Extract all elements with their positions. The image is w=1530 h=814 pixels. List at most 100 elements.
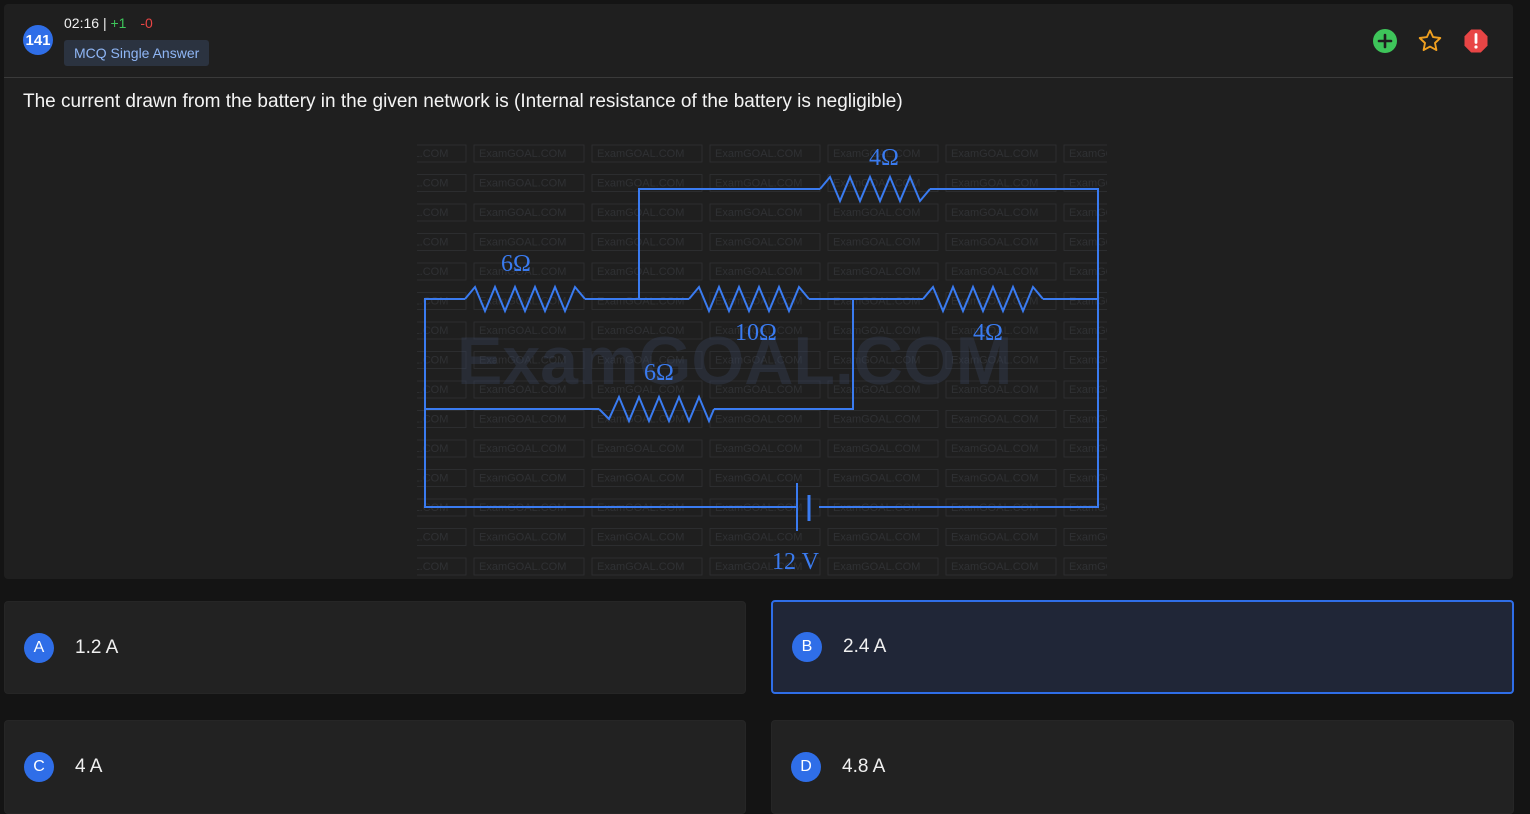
watermark-tile: ExamGOAL.COM xyxy=(479,237,566,249)
watermark-tile: ExamGOAL.COM xyxy=(417,443,448,455)
watermark-tile: ExamGOAL.COM xyxy=(479,561,566,573)
watermark-tile: ExamGOAL.COM xyxy=(833,532,920,544)
watermark-tile: ExamGOAL.COM xyxy=(597,178,684,190)
alert-octagon-icon xyxy=(1464,29,1488,53)
option-b[interactable]: B 2.4 A xyxy=(771,600,1514,694)
watermark-tile: ExamGOAL.COM xyxy=(951,148,1038,160)
watermark-tile: ExamGOAL.COM xyxy=(1069,296,1107,308)
watermark-tile: ExamGOAL.COM xyxy=(1069,561,1107,573)
watermark-tile: ExamGOAL.COM xyxy=(417,148,448,160)
watermark-tile: ExamGOAL.COM xyxy=(1069,443,1107,455)
timer-row: 02:16 | +1 -0 xyxy=(64,15,153,31)
watermark-tile: ExamGOAL.COM xyxy=(597,207,684,219)
watermark-tile: ExamGOAL.COM xyxy=(833,561,920,573)
watermark-tile: ExamGOAL.COM xyxy=(417,325,448,337)
timer-separator: | xyxy=(102,15,107,31)
watermark-tile: ExamGOAL.COM xyxy=(1069,473,1107,485)
option-a-text: 1.2 A xyxy=(75,636,119,658)
watermark-tile: ExamGOAL.COM xyxy=(1069,355,1107,367)
question-header: 141 02:16 | +1 -0 MCQ Single Answer xyxy=(4,4,1513,78)
plus-circle-icon xyxy=(1373,29,1397,53)
watermark-tile: ExamGOAL.COM xyxy=(951,561,1038,573)
watermark-tile: ExamGOAL.COM xyxy=(417,178,448,190)
watermark-tile: ExamGOAL.COM xyxy=(417,473,448,485)
watermark-tile: ExamGOAL.COM xyxy=(951,443,1038,455)
watermark-tile: ExamGOAL.COM xyxy=(417,561,448,573)
watermark-tile: ExamGOAL.COM xyxy=(715,443,802,455)
resistor-label-middle: 10Ω xyxy=(735,320,777,346)
watermark-tile: ExamGOAL.COM xyxy=(479,148,566,160)
watermark-tile: ExamGOAL.COM xyxy=(1069,414,1107,426)
watermark-tile: ExamGOAL.COM xyxy=(715,532,802,544)
watermark-tile: ExamGOAL.COM xyxy=(951,266,1038,278)
watermark-tile: ExamGOAL.COM xyxy=(417,414,448,426)
watermark-tile: ExamGOAL.COM xyxy=(597,237,684,249)
question-card: 141 02:16 | +1 -0 MCQ Single Answer The … xyxy=(4,4,1513,579)
add-button[interactable] xyxy=(1372,28,1398,54)
watermark-tile: ExamGOAL.COM xyxy=(1069,325,1107,337)
watermark-tile: ExamGOAL.COM xyxy=(833,237,920,249)
watermark-tile: ExamGOAL.COM xyxy=(833,473,920,485)
watermark-tile: ExamGOAL.COM xyxy=(951,473,1038,485)
star-outline-icon xyxy=(1418,29,1442,52)
watermark-tile: ExamGOAL.COM xyxy=(479,207,566,219)
question-text: The current drawn from the battery in th… xyxy=(23,91,903,112)
watermark-tile: ExamGOAL.COM xyxy=(715,296,802,308)
option-c[interactable]: C 4 A xyxy=(4,720,746,814)
resistor-label-lower: 6Ω xyxy=(644,360,674,386)
watermark-tile: ExamGOAL.COM xyxy=(597,532,684,544)
watermark-tile: ExamGOAL.COM xyxy=(597,296,684,308)
watermark-tile: ExamGOAL.COM xyxy=(1069,207,1107,219)
resistor-label-right: 4Ω xyxy=(973,320,1003,346)
watermark-tile: ExamGOAL.COM xyxy=(479,414,566,426)
watermark-tile: ExamGOAL.COM xyxy=(951,207,1038,219)
negative-marks: -0 xyxy=(140,15,153,31)
watermark-tile: ExamGOAL.COM xyxy=(417,237,448,249)
option-a[interactable]: A 1.2 A xyxy=(4,601,746,694)
timer: 02:16 xyxy=(64,15,100,31)
watermark-tile: ExamGOAL.COM xyxy=(715,237,802,249)
option-c-text: 4 A xyxy=(75,756,103,777)
watermark-tile: ExamGOAL.COM xyxy=(951,532,1038,544)
watermark-tile: ExamGOAL.COM xyxy=(833,207,920,219)
watermark-tile: ExamGOAL.COM xyxy=(417,207,448,219)
watermark-tile: ExamGOAL.COM xyxy=(597,443,684,455)
watermark-tile: ExamGOAL.COM xyxy=(597,561,684,573)
option-c-letter: C xyxy=(24,752,54,782)
option-b-text: 2.4 A xyxy=(843,636,887,657)
watermark-tile: ExamGOAL.COM xyxy=(479,443,566,455)
positive-marks: +1 xyxy=(110,15,127,31)
watermark-tile: ExamGOAL.COM xyxy=(479,473,566,485)
option-b-letter: B xyxy=(792,632,822,662)
resistor-label-top: 4Ω xyxy=(869,145,899,171)
watermark-tile: ExamGOAL.COM xyxy=(417,266,448,278)
watermark-tile: ExamGOAL.COM xyxy=(833,296,920,308)
watermark-tile: ExamGOAL.COM xyxy=(1069,148,1107,160)
watermark-tile: ExamGOAL.COM xyxy=(715,207,802,219)
question-type-badge: MCQ Single Answer xyxy=(64,40,210,66)
resistor-label-left: 6Ω xyxy=(501,251,531,277)
watermark-tile: ExamGOAL.COM xyxy=(417,355,448,367)
watermark-tile: ExamGOAL.COM xyxy=(417,384,448,396)
watermark-tile: ExamGOAL.COM xyxy=(1069,237,1107,249)
watermark-tile: ExamGOAL.COM xyxy=(715,414,802,426)
watermark-tile: ExamGOAL.COM xyxy=(479,532,566,544)
bookmark-button[interactable] xyxy=(1417,28,1443,54)
option-a-letter: A xyxy=(24,632,54,663)
watermark-tile: ExamGOAL.COM xyxy=(597,473,684,485)
watermark-tile: ExamGOAL.COM xyxy=(417,296,448,308)
watermark-tile: ExamGOAL.COM xyxy=(951,237,1038,249)
watermark-tile: ExamGOAL.COM xyxy=(715,178,802,190)
option-d[interactable]: D 4.8 A xyxy=(771,720,1514,814)
watermark-tile: ExamGOAL.COM xyxy=(951,178,1038,190)
watermark-tile: ExamGOAL.COM xyxy=(597,266,684,278)
watermark-tile: ExamGOAL.COM xyxy=(715,148,802,160)
watermark-tile: ExamGOAL.COM xyxy=(1069,266,1107,278)
watermark-tile: ExamGOAL.COM xyxy=(417,532,448,544)
watermark-tile: ExamGOAL.COM xyxy=(1069,384,1107,396)
watermark-tile: ExamGOAL.COM xyxy=(597,148,684,160)
watermark-tile: ExamGOAL.COM xyxy=(715,266,802,278)
watermark-tile: ExamGOAL.COM xyxy=(479,178,566,190)
report-button[interactable] xyxy=(1463,28,1489,54)
watermark-tile: ExamGOAL.COM xyxy=(951,414,1038,426)
